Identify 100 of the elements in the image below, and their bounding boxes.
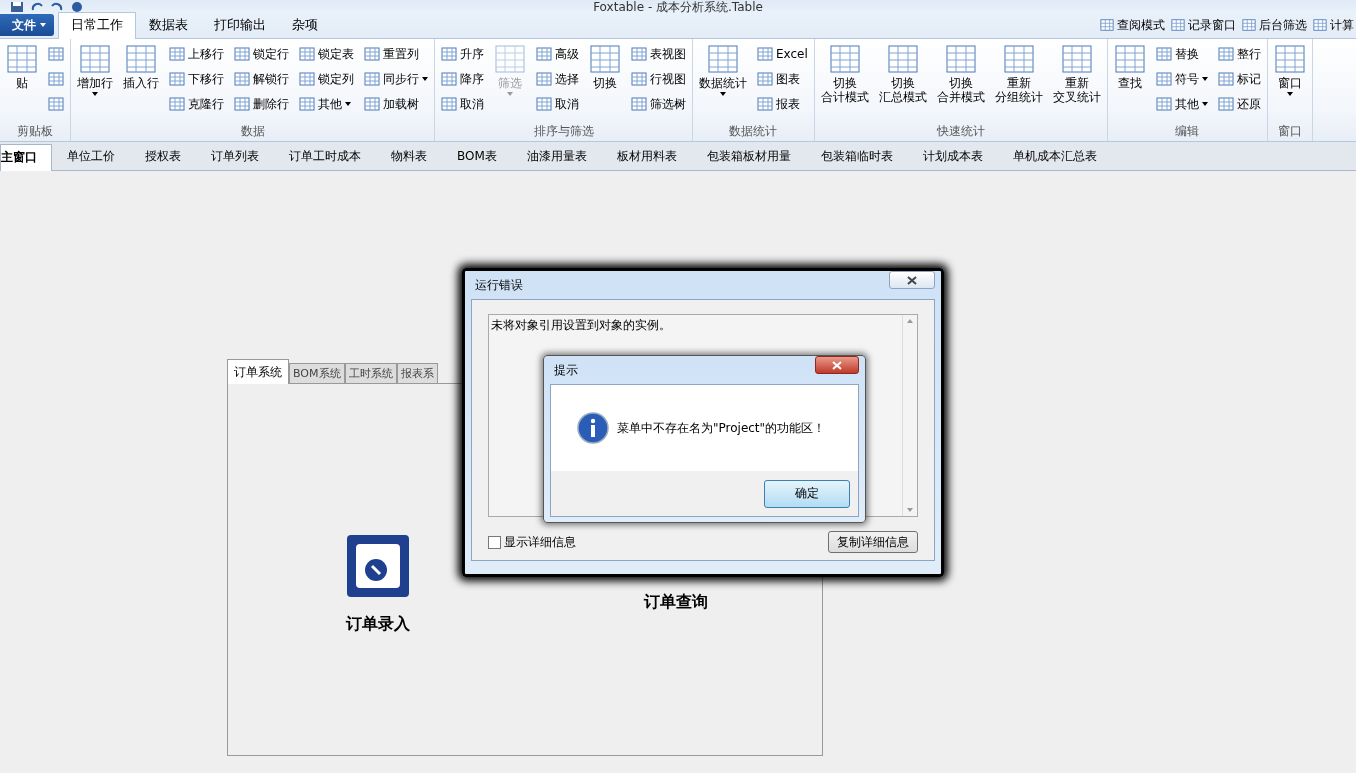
close-icon xyxy=(907,275,917,285)
ribbon-tab[interactable]: 日常工作 xyxy=(58,12,136,39)
close-button[interactable] xyxy=(889,271,935,289)
document-tab[interactable]: 单机成本汇总表 xyxy=(997,143,1112,170)
ribbon-button[interactable]: 锁定列 xyxy=(297,67,356,91)
table-icon xyxy=(169,46,185,62)
table-icon xyxy=(234,46,250,62)
ribbon-button[interactable]: 替换 xyxy=(1153,42,1210,66)
ribbon-button[interactable]: 还原 xyxy=(1215,92,1263,116)
document-tab[interactable]: 授权表 xyxy=(130,143,196,170)
ribbon-button[interactable]: 同步行 xyxy=(362,67,430,91)
ribbon-button[interactable]: 重新 分组统计 xyxy=(992,42,1045,106)
ribbon-button[interactable]: 数据统计 xyxy=(697,42,749,98)
table-icon xyxy=(6,44,38,74)
document-tab[interactable]: 订单工时成本 xyxy=(274,143,376,170)
toolbar-button[interactable]: 后台筛选 xyxy=(1242,16,1307,34)
table-icon xyxy=(1217,71,1234,87)
ribbon-button[interactable]: 降序 xyxy=(439,67,486,91)
group-label: 编辑 xyxy=(1174,123,1201,140)
toolbar-button[interactable]: 记录窗口 xyxy=(1171,16,1236,34)
ribbon-button[interactable]: 上移行 xyxy=(167,42,226,66)
ribbon-button[interactable]: 筛选树 xyxy=(629,92,688,116)
document-tab[interactable]: 板材用料表 xyxy=(601,143,692,170)
ribbon-button[interactable]: 其他 xyxy=(1153,92,1210,116)
document-tab[interactable]: BOM表 xyxy=(442,143,512,170)
table-icon xyxy=(169,71,185,87)
ribbon-button[interactable]: 贴 xyxy=(4,42,40,92)
ribbon-button[interactable]: 锁定表 xyxy=(297,42,356,66)
ribbon-button[interactable]: 查找 xyxy=(1111,42,1148,92)
info-icon xyxy=(577,412,609,444)
ribbon-button[interactable]: 取消 xyxy=(534,92,581,116)
ribbon-tab[interactable]: 杂项 xyxy=(279,12,331,38)
ribbon-button[interactable]: 删除行 xyxy=(232,92,291,116)
system-tab[interactable]: 报表系 xyxy=(396,363,438,383)
ribbon-button[interactable]: 插入行 xyxy=(121,42,161,92)
table-icon xyxy=(536,46,552,62)
document-tab[interactable]: 计划成本表 xyxy=(907,143,998,170)
copy-details-button[interactable]: 复制详细信息 xyxy=(828,531,918,553)
launcher-button[interactable]: 订单录入 xyxy=(346,534,410,635)
ribbon-button[interactable]: 下移行 xyxy=(167,67,226,91)
redo-icon[interactable] xyxy=(50,2,64,12)
system-tab[interactable]: BOM系统 xyxy=(289,363,345,383)
close-icon xyxy=(832,360,842,370)
ribbon-button[interactable]: 整行 xyxy=(1215,42,1263,66)
ribbon-button[interactable]: 切换 合计模式 xyxy=(818,42,871,106)
ok-button[interactable]: 确定 xyxy=(764,479,850,508)
toolbar-button[interactable]: 计算 xyxy=(1313,16,1354,34)
document-tab[interactable]: 油漆用量表 xyxy=(511,143,602,170)
ribbon-button[interactable]: 高级 xyxy=(534,42,581,66)
document-tab[interactable]: 订单列表 xyxy=(196,143,274,170)
dialog-title: 运行错误 xyxy=(475,276,523,294)
ribbon-button[interactable]: 重新 交叉统计 xyxy=(1050,42,1103,106)
group-label: 排序与筛选 xyxy=(532,123,595,140)
ribbon-button[interactable]: 克隆行 xyxy=(167,92,226,116)
table-icon xyxy=(757,96,773,112)
ribbon-button[interactable]: 行视图 xyxy=(629,67,688,91)
save-icon[interactable] xyxy=(10,2,24,12)
table-icon xyxy=(234,96,250,112)
ribbon-button[interactable]: 选择 xyxy=(534,67,581,91)
ribbon-button[interactable]: 窗口 xyxy=(1271,42,1308,98)
ribbon-button[interactable]: 升序 xyxy=(439,42,486,66)
document-tab[interactable]: 主窗口 xyxy=(0,144,52,171)
table-icon xyxy=(1217,96,1234,112)
system-tab[interactable]: 工时系统 xyxy=(344,363,397,383)
ribbon-button[interactable]: 切换 合并模式 xyxy=(934,42,987,106)
ribbon-tab[interactable]: 数据表 xyxy=(136,12,201,38)
ribbon-button[interactable]: 重置列 xyxy=(362,42,430,66)
ribbon-button[interactable]: 图表 xyxy=(755,67,810,91)
table-icon xyxy=(299,71,315,87)
ribbon-button[interactable]: 取消 xyxy=(439,92,486,116)
close-button[interactable] xyxy=(815,356,859,374)
table-icon xyxy=(441,71,457,87)
ribbon-button[interactable]: 表视图 xyxy=(629,42,688,66)
table-icon xyxy=(234,71,250,87)
document-tab[interactable]: 单位工价 xyxy=(52,143,130,170)
ribbon-button[interactable]: 加载树 xyxy=(362,92,430,116)
document-tab[interactable]: 包装箱板材用量 xyxy=(691,143,806,170)
table-icon xyxy=(886,44,919,74)
table-icon xyxy=(631,71,647,87)
table-icon xyxy=(1155,46,1172,62)
undo-icon[interactable] xyxy=(30,2,44,12)
ribbon-button[interactable]: 切换 xyxy=(587,42,623,92)
ribbon-button[interactable]: 增加行 xyxy=(75,42,115,98)
details-checkbox[interactable]: 显示详细信息 xyxy=(488,533,576,551)
ribbon-button[interactable]: 切换 汇总模式 xyxy=(876,42,929,106)
ribbon-button[interactable]: Excel xyxy=(755,42,810,66)
table-icon xyxy=(48,46,64,62)
document-tab[interactable]: 包装箱临时表 xyxy=(805,143,908,170)
ribbon-button[interactable]: 标记 xyxy=(1215,67,1263,91)
ribbon-button[interactable]: 锁定行 xyxy=(232,42,291,66)
file-menu-button[interactable]: 文件 xyxy=(0,14,54,36)
ribbon-button[interactable]: 报表 xyxy=(755,92,810,116)
ribbon-button[interactable]: 解锁行 xyxy=(232,67,291,91)
group-label: 窗口 xyxy=(1276,123,1303,140)
system-tab[interactable]: 订单系统 xyxy=(227,359,289,384)
document-tab[interactable]: 物料表 xyxy=(376,143,442,170)
toolbar-button[interactable]: 查阅模式 xyxy=(1100,16,1165,34)
ribbon-button[interactable]: 符号 xyxy=(1153,67,1210,91)
ribbon-tab[interactable]: 打印输出 xyxy=(201,12,279,38)
ribbon-button[interactable]: 其他 xyxy=(297,92,356,116)
